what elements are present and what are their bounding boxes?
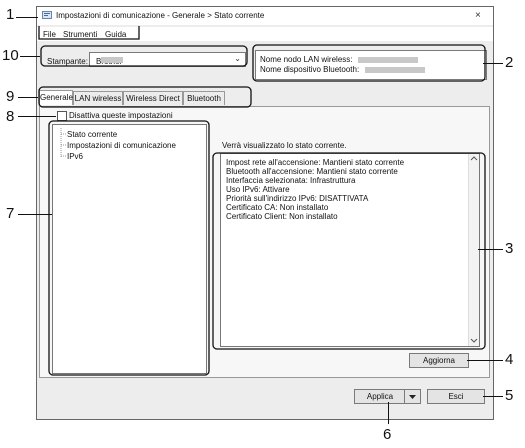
callout-4: 4 xyxy=(505,351,514,368)
title-bar: Impostazioni di comunicazione - Generale… xyxy=(37,7,493,25)
close-icon[interactable]: × xyxy=(475,10,481,21)
callout-5-line xyxy=(483,396,503,397)
callout-7: 7 xyxy=(6,205,15,222)
callout-1: 1 xyxy=(6,6,15,23)
callout-7-line xyxy=(18,214,52,215)
callout-2-outline xyxy=(252,44,486,82)
callout-10-outline xyxy=(40,45,248,67)
dropdown-arrow-icon xyxy=(409,395,416,399)
callout-5: 5 xyxy=(505,387,514,404)
callout-9-line xyxy=(18,97,38,98)
status-caption: Verrà visualizzato lo stato corrente. xyxy=(222,141,347,150)
callout-3-outline xyxy=(212,152,486,350)
callout-7-outline xyxy=(48,120,210,376)
callout-8: 8 xyxy=(6,108,15,125)
callout-10: 10 xyxy=(2,47,19,64)
callout-1-bracket xyxy=(38,26,140,40)
apply-dropdown-button[interactable] xyxy=(404,389,421,404)
callout-2: 2 xyxy=(505,54,514,71)
callout-2-line xyxy=(483,63,503,64)
window-title: Impostazioni di comunicazione - Generale… xyxy=(56,11,265,20)
exit-button[interactable]: Esci xyxy=(427,389,485,404)
callout-9: 9 xyxy=(6,88,15,105)
apply-button[interactable]: Applica xyxy=(354,389,406,404)
callout-3: 3 xyxy=(505,240,514,257)
callout-6-line xyxy=(388,402,389,424)
callout-9-outline xyxy=(38,86,252,108)
callout-6: 6 xyxy=(383,426,392,443)
callout-10-line xyxy=(20,56,40,57)
callout-8-line xyxy=(18,116,56,117)
callout-1-line xyxy=(16,17,38,18)
app-icon xyxy=(42,11,52,19)
disable-settings-label: Disattiva queste impostazioni xyxy=(69,111,173,120)
